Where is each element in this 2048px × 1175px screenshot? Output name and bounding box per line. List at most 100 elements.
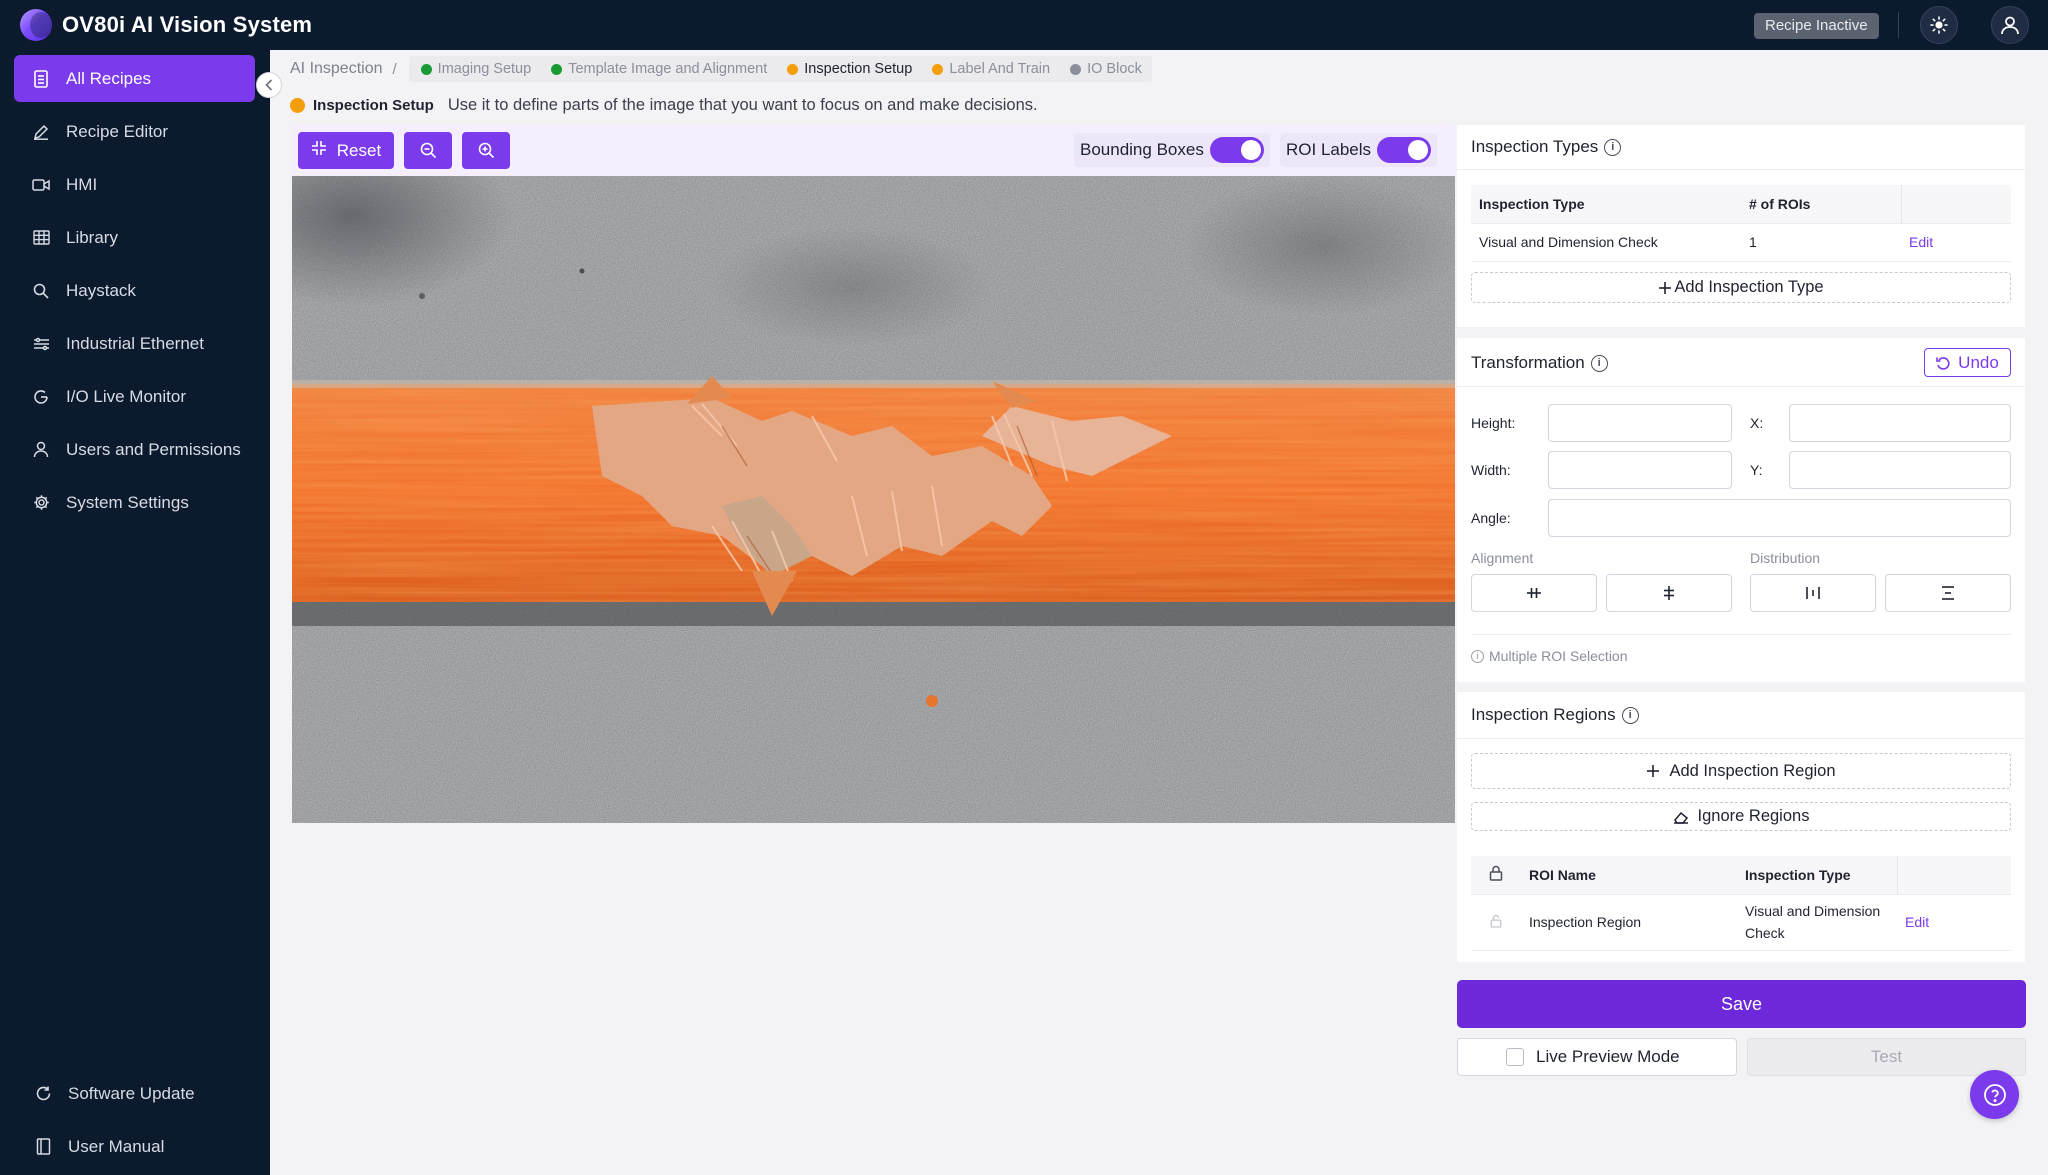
- sidebar-item-haystack[interactable]: Haystack: [14, 267, 255, 314]
- sidebar-item-library[interactable]: Library: [14, 214, 255, 261]
- eraser-icon: [1673, 810, 1689, 824]
- user-menu-button[interactable]: [1991, 6, 2029, 44]
- alignment-buttons: [1457, 574, 2025, 612]
- width-label: Width:: [1471, 462, 1511, 478]
- sidebar-collapse-button[interactable]: [256, 72, 282, 98]
- roi-labels-switch[interactable]: [1377, 137, 1432, 163]
- sidebar-item-label: Library: [66, 227, 118, 247]
- transformation-panel: Transformation i Undo Height: X: Width: …: [1457, 338, 2025, 682]
- bounding-boxes-switch[interactable]: [1209, 137, 1264, 163]
- gear-icon: [30, 492, 52, 514]
- sidebar-item-io-live-monitor[interactable]: I/O Live Monitor: [14, 373, 255, 420]
- save-button[interactable]: Save: [1457, 980, 2026, 1028]
- bounding-boxes-label: Bounding Boxes: [1080, 140, 1204, 159]
- chevron-left-icon: [265, 79, 273, 91]
- edit-link[interactable]: Edit: [1909, 234, 1933, 250]
- column-header-actions: [1897, 856, 2011, 895]
- step-imaging-setup[interactable]: Imaging Setup: [420, 61, 532, 77]
- undo-label: Undo: [1958, 352, 1999, 372]
- transformation-title: Transformation i: [1471, 353, 1608, 373]
- y-input[interactable]: [1789, 451, 2011, 489]
- sidebar-item-hmi[interactable]: HMI: [14, 161, 255, 208]
- ignore-regions-button[interactable]: Ignore Regions: [1471, 802, 2011, 831]
- breadcrumb-root[interactable]: AI Inspection: [290, 60, 383, 78]
- info-icon[interactable]: i: [1604, 138, 1622, 156]
- x-label: X:: [1750, 415, 1764, 431]
- unlock-icon[interactable]: [1490, 914, 1502, 928]
- video-icon: [30, 174, 52, 196]
- sidebar-item-label: User Manual: [68, 1136, 165, 1156]
- align-vertical-center-button[interactable]: [1606, 574, 1732, 612]
- zoom-out-button[interactable]: [404, 132, 452, 169]
- divider: [1898, 12, 1899, 38]
- search-icon: [30, 280, 52, 302]
- sidebar-item-label: Haystack: [66, 280, 136, 300]
- sidebar-item-software-update[interactable]: Software Update: [14, 1070, 255, 1117]
- network-icon: [30, 333, 52, 355]
- step-label-and-train[interactable]: Label And Train: [932, 61, 1050, 77]
- width-input[interactable]: [1548, 451, 1732, 489]
- plus-icon: [1658, 281, 1672, 295]
- step-label: Inspection Setup: [804, 61, 913, 77]
- sidebar-item-users-and-permissions[interactable]: Users and Permissions: [14, 426, 255, 473]
- sidebar-item-label: Industrial Ethernet: [66, 333, 204, 353]
- step-inspection-setup[interactable]: Inspection Setup: [787, 61, 912, 77]
- distribute-vertical-icon: [1942, 586, 1954, 600]
- lock-column-header: [1471, 856, 1521, 895]
- status-dot: [787, 63, 799, 75]
- step-label: Imaging Setup: [437, 61, 532, 77]
- book-icon: [32, 1136, 54, 1158]
- info-icon[interactable]: i: [1621, 706, 1639, 724]
- align-horizontal-center-button[interactable]: [1471, 574, 1597, 612]
- column-header: ROI Name: [1521, 856, 1737, 895]
- step-label: IO Block: [1087, 61, 1142, 77]
- lock-icon[interactable]: [1489, 865, 1503, 881]
- divider: [1457, 386, 2025, 387]
- live-preview-label: Live Preview Mode: [1536, 1047, 1680, 1066]
- add-inspection-type-button[interactable]: Add Inspection Type: [1471, 272, 2011, 303]
- sun-icon: [1930, 16, 1948, 34]
- ignore-regions-label: Ignore Regions: [1697, 807, 1810, 825]
- step-template-image-and-alignment[interactable]: Template Image and Alignment: [551, 61, 767, 77]
- app-logo: [20, 9, 52, 41]
- zoom-in-button[interactable]: [462, 132, 510, 169]
- distribute-horizontal-icon: [1806, 587, 1820, 599]
- distribute-vertical-button[interactable]: [1885, 574, 2011, 612]
- divider: [1457, 738, 2025, 739]
- help-icon: [1983, 1083, 2006, 1106]
- sidebar-item-user-manual[interactable]: User Manual: [14, 1123, 255, 1170]
- angle-input[interactable]: [1548, 499, 2011, 537]
- image-canvas[interactable]: [292, 176, 1455, 823]
- inspection-type-cell: Visual and Dimension Check: [1471, 223, 1741, 262]
- step-description-label: Inspection Setup: [313, 96, 434, 114]
- theme-toggle-button[interactable]: [1920, 6, 1958, 44]
- sidebar-item-recipe-editor[interactable]: Recipe Editor: [14, 108, 255, 155]
- sidebar-item-industrial-ethernet[interactable]: Industrial Ethernet: [14, 320, 255, 367]
- sidebar-item-all-recipes[interactable]: All Recipes: [14, 55, 255, 102]
- x-input[interactable]: [1789, 404, 2011, 442]
- inspection-regions-panel: Inspection Regions i Add Inspection Regi…: [1457, 692, 2025, 962]
- info-icon[interactable]: i: [1590, 354, 1608, 372]
- y-label: Y:: [1750, 462, 1763, 478]
- live-preview-toggle[interactable]: Live Preview Mode: [1457, 1038, 1737, 1076]
- undo-button[interactable]: Undo: [1924, 348, 2011, 377]
- step-tabs: Imaging Setup Template Image and Alignme…: [408, 56, 1152, 82]
- bounding-boxes-toggle[interactable]: Bounding Boxes: [1074, 133, 1270, 167]
- sidebar-item-label: Recipe Editor: [66, 121, 169, 141]
- step-io-block[interactable]: IO Block: [1070, 61, 1142, 77]
- help-button[interactable]: [1970, 1070, 2019, 1119]
- roi-type-cell: Visual and Dimension Check: [1737, 894, 1897, 951]
- distribute-horizontal-button[interactable]: [1750, 574, 1876, 612]
- live-preview-checkbox[interactable]: [1506, 1048, 1524, 1066]
- add-inspection-region-button[interactable]: Add Inspection Region: [1471, 753, 2011, 789]
- test-button[interactable]: Test: [1747, 1038, 2026, 1076]
- edit-link[interactable]: Edit: [1905, 914, 1929, 930]
- sidebar-item-system-settings[interactable]: System Settings: [14, 479, 255, 526]
- height-input[interactable]: [1548, 404, 1732, 442]
- panel-title-text: Transformation: [1471, 353, 1585, 372]
- add-inspection-type-label: Add Inspection Type: [1674, 278, 1824, 296]
- reset-button[interactable]: Reset: [298, 132, 394, 169]
- roi-labels-toggle[interactable]: ROI Labels: [1280, 133, 1438, 167]
- sidebar-item-label: HMI: [66, 174, 98, 194]
- zoom-out-icon: [420, 142, 436, 159]
